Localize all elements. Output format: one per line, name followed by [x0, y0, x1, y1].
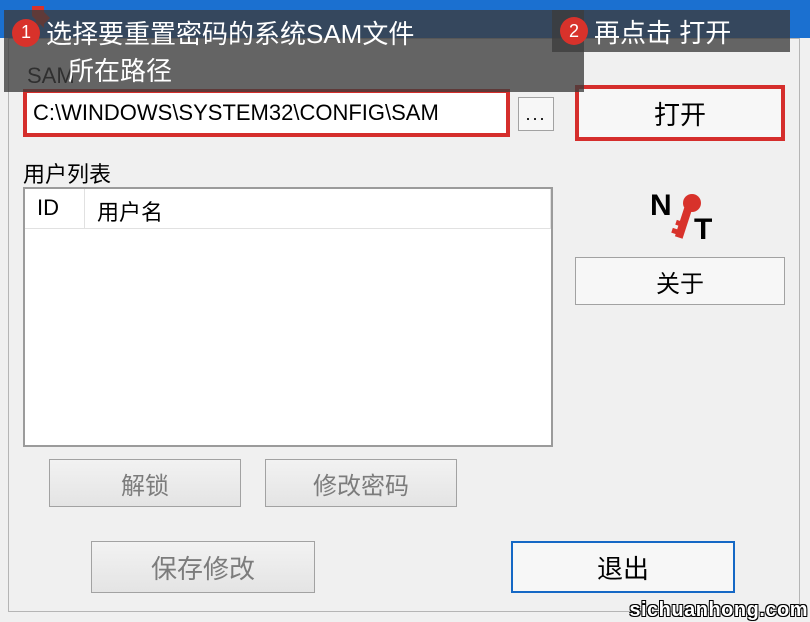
annotation-badge-1: 1 — [12, 19, 40, 47]
sam-path-highlight — [23, 89, 510, 137]
save-button[interactable]: 保存修改 — [91, 541, 315, 593]
open-button[interactable]: 打开 — [575, 85, 785, 141]
exit-button[interactable]: 退出 — [511, 541, 735, 593]
column-id[interactable]: ID — [25, 189, 85, 228]
change-password-button[interactable]: 修改密码 — [265, 459, 457, 507]
app-logo: N T — [627, 187, 737, 247]
annotation-step1: 1 选择要重置密码的系统SAM文件 所在路径 — [4, 10, 584, 92]
userlist-label: 用户列表 — [23, 157, 111, 189]
annotation-step2: 2 再点击 打开 — [552, 10, 790, 52]
userlist-box[interactable]: ID 用户名 — [23, 187, 553, 447]
watermark: sichuanhong.com — [629, 599, 808, 622]
browse-button[interactable]: ... — [518, 97, 554, 131]
sam-path-input[interactable] — [33, 93, 500, 133]
annotation-step1-text1: 选择要重置密码的系统SAM文件 — [46, 14, 414, 51]
about-button[interactable]: 关于 — [575, 257, 785, 305]
svg-text:N: N — [650, 189, 672, 222]
unlock-button[interactable]: 解锁 — [49, 459, 241, 507]
svg-text:T: T — [694, 213, 712, 246]
annotation-badge-2: 2 — [560, 17, 588, 45]
main-dialog: SAM ... 打开 用户列表 ID 用户名 N T 关于 解锁 修改密码 保存… — [8, 38, 800, 612]
annotation-step2-text: 再点击 打开 — [594, 13, 731, 50]
column-username[interactable]: 用户名 — [85, 189, 551, 228]
annotation-step1-text2: 所在路径 — [12, 51, 576, 88]
userlist-header: ID 用户名 — [25, 189, 551, 229]
